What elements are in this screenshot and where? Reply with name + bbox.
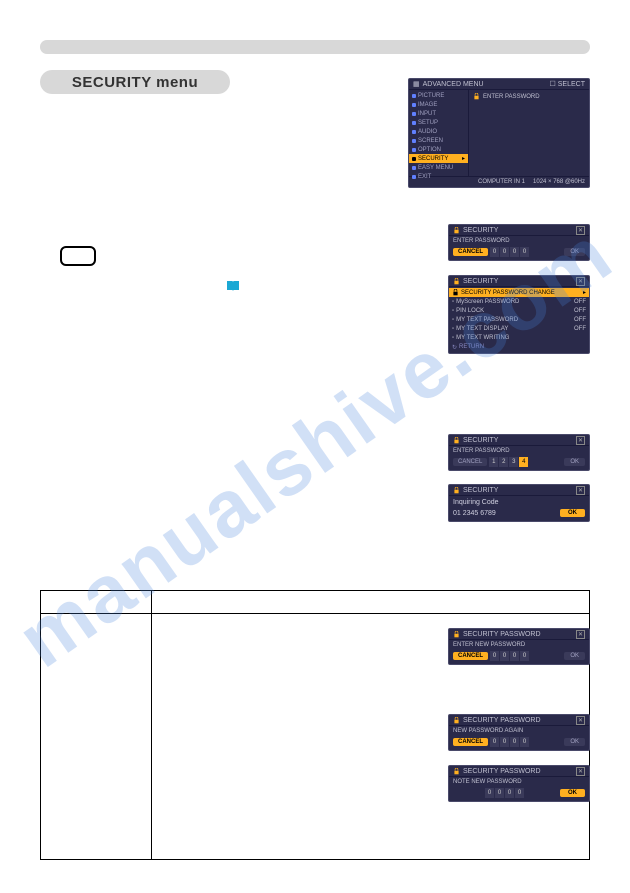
osd-inquiring: SECURITY ✕ Inquiring Code 01 2345 6789 O… bbox=[448, 484, 590, 522]
lock-icon bbox=[453, 278, 460, 285]
digit-input[interactable]: 4 bbox=[519, 457, 528, 467]
lock-icon bbox=[453, 437, 460, 444]
new-password-again-label: NEW PASSWORD AGAIN bbox=[453, 728, 585, 734]
menu-icon: ▦ bbox=[413, 80, 420, 88]
osd-security-enter-2: SECURITY ✕ ENTER PASSWORD CANCEL 1 2 3 4… bbox=[448, 434, 590, 471]
sidebar-item-security[interactable]: SECURITY▸ bbox=[409, 154, 468, 163]
lock-icon bbox=[453, 487, 460, 494]
close-icon[interactable]: ✕ bbox=[576, 630, 585, 639]
menu-item-pinlock[interactable]: ▫PIN LOCKOFF bbox=[449, 306, 589, 315]
osd-security-enter-1: SECURITY ✕ ENTER PASSWORD CANCEL 0 0 0 0… bbox=[448, 224, 590, 261]
enter-password-row[interactable]: ENTER PASSWORD bbox=[473, 92, 585, 101]
footer-source: COMPUTER IN 1 bbox=[478, 179, 525, 185]
digit-input[interactable]: 0 bbox=[520, 651, 529, 661]
note-password-label: NOTE NEW PASSWORD bbox=[453, 779, 585, 785]
osd-security-menu: SECURITY ✕ SECURITY PASSWORD CHANGE▸ ▫My… bbox=[448, 275, 590, 354]
osd-header-right: ☐ SELECT bbox=[550, 80, 585, 88]
lock-icon bbox=[453, 717, 460, 724]
digit-display: 0 bbox=[505, 788, 514, 798]
digit-input[interactable]: 1 bbox=[489, 457, 498, 467]
ok-button[interactable]: OK bbox=[564, 248, 585, 256]
lock-icon bbox=[453, 631, 460, 638]
osd-header: ▦ ADVANCED MENU ☐ SELECT bbox=[409, 79, 589, 90]
digit-input[interactable]: 2 bbox=[499, 457, 508, 467]
close-icon[interactable]: ✕ bbox=[576, 436, 585, 445]
top-header-bar bbox=[40, 40, 590, 54]
digit-input[interactable]: 0 bbox=[490, 247, 499, 257]
inquiring-label: Inquiring Code bbox=[453, 498, 585, 507]
cancel-button[interactable]: CANCEL bbox=[453, 248, 488, 256]
osd-advanced-menu: ▦ ADVANCED MENU ☐ SELECT PICTURE IMAGE I… bbox=[408, 78, 590, 188]
close-icon[interactable]: ✕ bbox=[576, 277, 585, 286]
close-icon[interactable]: ✕ bbox=[576, 716, 585, 725]
digit-display: 0 bbox=[495, 788, 504, 798]
close-icon[interactable]: ✕ bbox=[576, 767, 585, 776]
section-title: SECURITY menu bbox=[40, 70, 230, 94]
new-password-label: ENTER NEW PASSWORD bbox=[453, 642, 585, 648]
inquiring-code: 01 2345 6789 bbox=[453, 509, 496, 518]
ok-button[interactable]: OK bbox=[564, 652, 585, 660]
sidebar-item-setup[interactable]: SETUP bbox=[409, 118, 468, 127]
digit-input[interactable]: 0 bbox=[500, 247, 509, 257]
osd-title: ADVANCED MENU bbox=[423, 81, 484, 88]
sidebar-item-screen[interactable]: SCREEN bbox=[409, 136, 468, 145]
sidebar-item-picture[interactable]: PICTURE bbox=[409, 91, 468, 100]
ok-button[interactable]: OK bbox=[560, 509, 585, 517]
digit-input[interactable]: 0 bbox=[510, 247, 519, 257]
lock-icon bbox=[473, 93, 480, 100]
digit-input[interactable]: 0 bbox=[510, 737, 519, 747]
osd-header: SECURITY ✕ bbox=[449, 485, 589, 496]
ok-button[interactable]: OK bbox=[564, 738, 585, 746]
digit-input[interactable]: 0 bbox=[520, 247, 529, 257]
lock-icon bbox=[453, 768, 460, 775]
digit-input[interactable]: 0 bbox=[490, 737, 499, 747]
osd-secpwd-again: SECURITY PASSWORD ✕ NEW PASSWORD AGAIN C… bbox=[448, 714, 590, 751]
digit-input[interactable]: 0 bbox=[500, 651, 509, 661]
osd-content: ENTER PASSWORD bbox=[469, 90, 589, 176]
sidebar-item-input[interactable]: INPUT bbox=[409, 109, 468, 118]
cancel-button[interactable]: CANCEL bbox=[453, 458, 487, 466]
digit-input[interactable]: 0 bbox=[520, 737, 529, 747]
menu-return[interactable]: ↻RETURN bbox=[449, 342, 589, 352]
osd-secpwd-new: SECURITY PASSWORD ✕ ENTER NEW PASSWORD C… bbox=[448, 628, 590, 665]
osd-header: SECURITY PASSWORD ✕ bbox=[449, 629, 589, 640]
osd-header: SECURITY PASSWORD ✕ bbox=[449, 715, 589, 726]
book-icon bbox=[226, 280, 240, 292]
sidebar-item-audio[interactable]: AUDIO bbox=[409, 127, 468, 136]
digit-display: 0 bbox=[515, 788, 524, 798]
menu-item-pwdchange[interactable]: SECURITY PASSWORD CHANGE▸ bbox=[449, 288, 589, 297]
ok-button[interactable]: OK bbox=[560, 789, 585, 797]
digit-input[interactable]: 0 bbox=[510, 651, 519, 661]
lock-icon bbox=[453, 227, 460, 234]
enter-password-label: ENTER PASSWORD bbox=[453, 238, 585, 244]
menu-item-mytextwrite[interactable]: ▫MY TEXT WRITING bbox=[449, 333, 589, 342]
osd-sidebar: PICTURE IMAGE INPUT SETUP AUDIO SCREEN O… bbox=[409, 90, 469, 176]
close-icon[interactable]: ✕ bbox=[576, 486, 585, 495]
osd-header: SECURITY ✕ bbox=[449, 225, 589, 236]
sidebar-item-image[interactable]: IMAGE bbox=[409, 100, 468, 109]
lock-icon bbox=[452, 289, 459, 296]
footer-resolution: 1024 × 768 @60Hz bbox=[533, 179, 585, 185]
osd-header: SECURITY ✕ bbox=[449, 435, 589, 446]
sidebar-item-option[interactable]: OPTION bbox=[409, 145, 468, 154]
sidebar-item-exit[interactable]: EXIT bbox=[409, 172, 468, 181]
menu-item-myscreen[interactable]: ▫MyScreen PASSWORDOFF bbox=[449, 297, 589, 306]
callout-box bbox=[60, 246, 96, 266]
sidebar-item-easymenu[interactable]: EASY MENU bbox=[409, 163, 468, 172]
ok-button[interactable]: OK bbox=[564, 458, 585, 466]
osd-header: SECURITY ✕ bbox=[449, 276, 589, 287]
digit-input[interactable]: 0 bbox=[500, 737, 509, 747]
cancel-button[interactable]: CANCEL bbox=[453, 652, 488, 660]
menu-item-mytextdisp[interactable]: ▫MY TEXT DISPLAYOFF bbox=[449, 324, 589, 333]
osd-header: SECURITY PASSWORD ✕ bbox=[449, 766, 589, 777]
digit-input[interactable]: 0 bbox=[490, 651, 499, 661]
enter-password-label: ENTER PASSWORD bbox=[453, 448, 585, 454]
cancel-button[interactable]: CANCEL bbox=[453, 738, 488, 746]
digit-input[interactable]: 3 bbox=[509, 457, 518, 467]
digit-display: 0 bbox=[485, 788, 494, 798]
close-icon[interactable]: ✕ bbox=[576, 226, 585, 235]
menu-item-mytextpwd[interactable]: ▫MY TEXT PASSWORDOFF bbox=[449, 315, 589, 324]
osd-secpwd-note: SECURITY PASSWORD ✕ NOTE NEW PASSWORD 0 … bbox=[448, 765, 590, 802]
